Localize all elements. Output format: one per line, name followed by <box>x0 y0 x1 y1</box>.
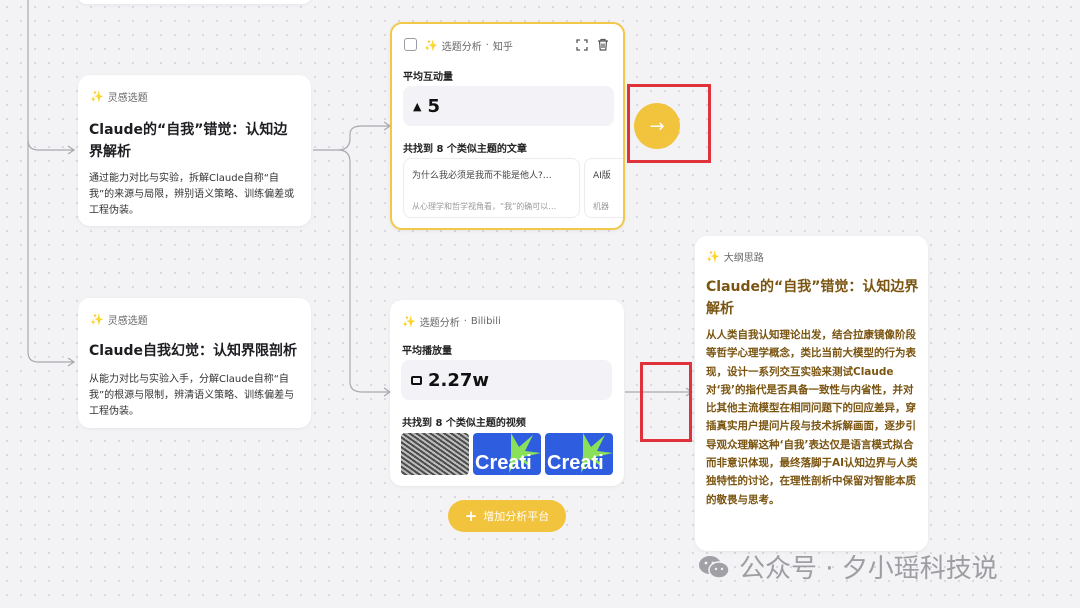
wechat-icon <box>699 555 730 579</box>
outline-tag-label: 大纲思路 <box>723 253 764 264</box>
connector-to-bilibili <box>337 149 390 393</box>
article-card[interactable]: AI版 机器 <box>584 158 623 218</box>
outline-title: Claude的“自我”错觉：认知边界解析 <box>706 279 919 317</box>
topic-card-2[interactable]: ✨ 灵感选题 Claude自我幻觉：认知界限剖析 从能力对比与实验入手，分解Cl… <box>78 298 311 428</box>
topic-title: Claude自我幻觉：认知界限剖析 <box>89 343 298 359</box>
plus-icon: + <box>464 507 478 525</box>
analysis-tag: ✨ 选题分析 · Bilibili <box>402 314 501 329</box>
article-snippet: 机器 <box>593 202 609 211</box>
connector-to-zhihu <box>313 125 390 151</box>
topic-description: 通过能力对比与实验，拆解Claude自称“自我”的来源与局限，辨别语义策略、训练… <box>89 173 295 216</box>
checkbox-icon[interactable] <box>404 38 417 51</box>
topic-card-1[interactable]: ✨ 灵感选题 Claude的“自我”错觉：认知边界解析 通过能力对比与实验，拆解… <box>78 75 311 226</box>
connector-left-bottom <box>27 140 74 363</box>
video-thumbnail[interactable]: Creati <box>545 433 613 475</box>
video-thumbnail[interactable]: Creati <box>473 433 541 475</box>
zhihu-analysis-card[interactable]: ✨ 选题分析 · 知乎 平均互动量 ▲ 5 共找到 8 个类似主题的文章 为什么… <box>390 22 625 230</box>
metric-label: 平均播放量 <box>402 346 452 357</box>
sparkle-icon: ✨ <box>706 250 720 263</box>
article-card[interactable]: 为什么我必须是我而不能是他人?… 从心理学和哲学视角看，“我”的确可以… <box>403 158 580 218</box>
metric-box: ▲ 5 <box>403 86 614 126</box>
found-label: 共找到 8 个类似主题的视频 <box>402 418 526 429</box>
metric-box: 2.27w <box>401 360 612 400</box>
analysis-tag-label: 选题分析 <box>441 42 482 53</box>
outline-tag: ✨ 大纲思路 <box>706 249 764 264</box>
article-snippet: 从心理学和哲学视角看，“我”的确可以… <box>412 202 557 211</box>
analysis-tag: ✨ 选题分析 · 知乎 <box>424 38 513 53</box>
article-title: AI版 <box>593 171 611 181</box>
sparkle-icon: ✨ <box>402 315 416 328</box>
platform-name: 知乎 <box>492 42 513 53</box>
platform-name: Bilibili <box>470 316 501 327</box>
analysis-tag-label: 选题分析 <box>419 318 460 329</box>
highlight-box-arrow <box>627 84 711 163</box>
add-platform-button[interactable]: + 增加分析平台 <box>448 500 566 532</box>
connector-left-top <box>27 0 74 151</box>
topic-tag: ✨ 灵感选题 <box>90 89 148 104</box>
metric-value: 5 <box>427 95 440 117</box>
upvote-icon: ▲ <box>413 99 422 113</box>
watermark-text: 公众号 · 夕小瑶科技说 <box>739 554 998 584</box>
video-thumbnail[interactable] <box>401 433 469 475</box>
trash-icon[interactable] <box>597 38 609 51</box>
topic-title: Claude的“自我”错觉：认知边界解析 <box>89 122 288 160</box>
article-title: 为什么我必须是我而不能是他人?… <box>412 171 552 181</box>
outline-body: 从人类自我认知理论出发，结合拉康镜像阶段等哲学心理学概念，类比当前大模型的行为表… <box>706 329 918 506</box>
highlight-box-connector <box>640 362 692 442</box>
dot-separator: · <box>463 316 467 327</box>
partial-card-top <box>78 0 311 4</box>
thumbnail-text: Creati <box>547 452 604 474</box>
thumbnail-text: Creati <box>475 452 532 474</box>
sparkle-icon: ✨ <box>90 313 104 326</box>
bilibili-analysis-card[interactable]: ✨ 选题分析 · Bilibili 平均播放量 2.27w 共找到 8 个类似主… <box>390 300 624 486</box>
topic-tag-label: 灵感选题 <box>107 93 148 104</box>
sparkle-icon: ✨ <box>424 39 438 52</box>
found-label: 共找到 8 个类似主题的文章 <box>403 144 527 155</box>
metric-value: 2.27w <box>428 369 490 391</box>
topic-tag-label: 灵感选题 <box>107 316 148 327</box>
topic-description: 从能力对比与实验入手，分解Claude自称“自我”的根源与限制，辨清语义策略、训… <box>89 374 295 417</box>
play-count-icon <box>411 375 422 385</box>
outline-card[interactable]: ✨ 大纲思路 Claude的“自我”错觉：认知边界解析 从人类自我认知理论出发，… <box>695 236 928 551</box>
metric-label: 平均互动量 <box>403 72 453 83</box>
sparkle-icon: ✨ <box>90 90 104 103</box>
add-platform-label: 增加分析平台 <box>483 510 550 523</box>
topic-tag: ✨ 灵感选题 <box>90 312 148 327</box>
expand-icon[interactable] <box>576 39 588 51</box>
dot-separator: · <box>485 40 489 51</box>
watermark: 公众号 · 夕小瑶科技说 <box>697 548 998 585</box>
